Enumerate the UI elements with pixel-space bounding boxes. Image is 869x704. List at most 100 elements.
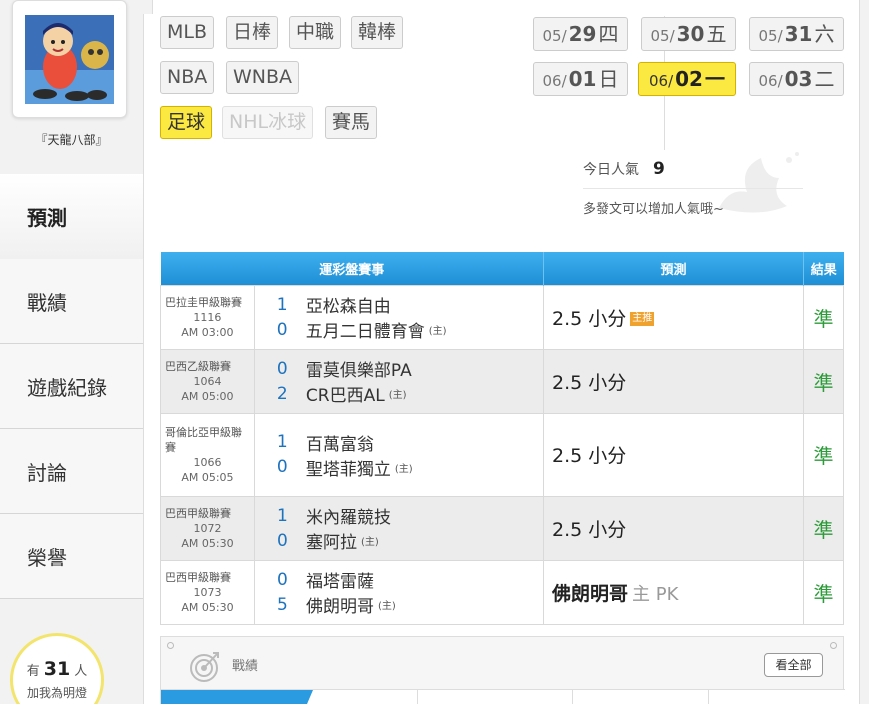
date-button[interactable]: 05/29 四 [533, 17, 628, 51]
nav-item-label: 討論 [27, 460, 67, 485]
date-button[interactable]: 06/01 日 [533, 62, 628, 96]
league-name: 巴拉圭甲級聯賽 [165, 295, 242, 309]
team-name[interactable]: 米內羅競技 [306, 503, 391, 528]
league-cell: 哥倫比亞甲級聯賽 1066 AM 05:05 [161, 413, 255, 496]
nav-item-discussion[interactable]: 討論 [0, 429, 143, 514]
header-event: 運彩盤賽事 [160, 252, 544, 285]
tab-divider [572, 690, 573, 704]
home-team: 0 聖塔菲獨立 (主) [277, 455, 543, 480]
sport-tab-soccer[interactable]: 足球 [160, 106, 213, 139]
sport-tab-mlb[interactable]: MLB [160, 16, 215, 49]
league-cell: 巴西甲級聯賽 1073 AM 05:30 [161, 560, 255, 624]
league-name: 巴西甲級聯賽 [165, 570, 231, 584]
game-id: 1072 [193, 521, 222, 535]
date-button-selected[interactable]: 06/02 一 [638, 62, 736, 96]
nav-item-record[interactable]: 戰績 [0, 259, 143, 344]
result-cell: 準 [803, 412, 844, 497]
game-time: AM 05:00 [181, 389, 234, 403]
prediction-cell: 佛朗明哥主 PK [543, 559, 804, 625]
header-result: 結果 [803, 252, 844, 285]
sport-tab-cpbl[interactable]: 中職 [289, 16, 342, 49]
table-row: 巴西甲級聯賽 1072 AM 05:30 1 米內羅競技 0 塞阿拉 (主) 2.5 … [160, 495, 844, 561]
view-all-button[interactable]: 看全部 [764, 653, 823, 677]
league-cell: 巴西甲級聯賽 1072 AM 05:30 [161, 496, 255, 560]
nav-item-label: 戰績 [27, 290, 67, 315]
team-score: 2 [276, 383, 288, 404]
away-team: 1 百萬富翁 [277, 430, 543, 455]
prediction-cell: 2.5 小分 [543, 412, 804, 497]
team-score: 0 [276, 358, 288, 379]
date-weekday: 六 [814, 22, 835, 46]
team-name[interactable]: 聖塔菲獨立 [306, 455, 391, 480]
date-month: 05/ [758, 27, 783, 45]
sport-tab-npb[interactable]: 日棒 [226, 16, 279, 49]
team-name[interactable]: CR巴西AL [306, 381, 385, 406]
prediction-text: 2.5 小分 [552, 518, 627, 541]
record-title: 戰績 [232, 659, 259, 674]
nav-item-label: 遊戲紀錄 [27, 375, 107, 400]
prediction-text: 2.5 小分 [552, 307, 627, 330]
event-cell: 巴西乙級聯賽 1064 AM 05:00 0 雷莫俱樂部PA 2 CR巴西AL (主) [160, 348, 544, 414]
sport-tab-nhl: NHL冰球 [222, 106, 314, 139]
event-cell: 哥倫比亞甲級聯賽 1066 AM 05:05 1 百萬富翁 0 聖塔菲獨立 (主) [160, 412, 544, 497]
team-name[interactable]: 百萬富翁 [306, 430, 374, 455]
teams-cell: 1 亞松森自由 0 五月二日體育會 (主) [254, 285, 543, 349]
date-button[interactable]: 05/30 五 [641, 17, 736, 51]
tab-divider [417, 690, 418, 704]
game-id: 1066 [193, 455, 222, 469]
avatar[interactable] [25, 15, 114, 104]
team-score: 5 [276, 594, 288, 615]
table-row: 巴西甲級聯賽 1073 AM 05:30 0 福塔雷薩 5 佛朗明哥 (主) 佛朗明哥… [160, 559, 844, 625]
pin-decoration [830, 642, 837, 649]
team-name[interactable]: 塞阿拉 [306, 528, 357, 553]
home-mark: (主) [388, 390, 407, 401]
team-name[interactable]: 五月二日體育會 [306, 317, 425, 342]
team-name[interactable]: 亞松森自由 [306, 292, 391, 317]
team-score: 0 [276, 569, 288, 590]
target-icon [190, 652, 219, 682]
nav-item-game-log[interactable]: 遊戲紀錄 [0, 344, 143, 429]
date-weekday: 二 [814, 67, 835, 91]
away-team: 1 亞松森自由 [277, 292, 543, 318]
game-id: 1116 [193, 310, 222, 324]
home-mark: (主) [360, 537, 379, 548]
date-weekday: 五 [706, 22, 727, 46]
home-team: 0 塞阿拉 (主) [277, 528, 543, 554]
nav-item-prediction[interactable]: 預測 [0, 174, 143, 259]
followers-count-line: 有 31 人 [13, 658, 101, 680]
sport-tab-horse-racing[interactable]: 賽馬 [325, 106, 378, 139]
table-row: 哥倫比亞甲級聯賽 1066 AM 05:05 1 百萬富翁 0 聖塔菲獨立 (主) 2… [160, 412, 844, 497]
date-button[interactable]: 06/03 二 [749, 62, 844, 96]
team-name[interactable]: 福塔雷薩 [306, 567, 374, 592]
sport-tab-kbo[interactable]: 韓棒 [351, 16, 404, 49]
popularity-label: 今日人氣 [583, 162, 639, 178]
avatar-card[interactable] [12, 0, 127, 118]
sport-tab-wnba[interactable]: WNBA [226, 61, 300, 94]
date-day: 01 [568, 67, 597, 91]
date-month: 05/ [542, 27, 567, 45]
table-row: 巴西乙級聯賽 1064 AM 05:00 0 雷莫俱樂部PA 2 CR巴西AL (主)… [160, 348, 844, 414]
sidebar: 『天龍八部』 預測 戰績 遊戲紀錄 討論 榮譽 有 31 人 加我為明燈 [0, 0, 143, 704]
tab-divider [708, 690, 709, 704]
nav-item-honor[interactable]: 榮譽 [0, 514, 143, 599]
sport-tab-nba[interactable]: NBA [160, 61, 215, 94]
date-button[interactable]: 05/31 六 [749, 17, 844, 51]
team-score: 1 [276, 505, 288, 526]
result-cell: 準 [803, 559, 844, 625]
team-score: 1 [276, 432, 288, 452]
team-name[interactable]: 雷莫俱樂部PA [306, 356, 412, 381]
event-cell: 巴西甲級聯賽 1073 AM 05:30 0 福塔雷薩 5 佛朗明哥 (主) [160, 559, 544, 625]
date-month: 05/ [650, 27, 675, 45]
date-weekday: 日 [598, 67, 619, 91]
home-team: 2 CR巴西AL (主) [276, 381, 543, 407]
popularity-panel: 今日人氣 9 多發文可以增加人氣哦~ [583, 158, 803, 217]
followers-suffix: 人 [74, 664, 88, 679]
team-name[interactable]: 佛朗明哥 [306, 592, 374, 617]
prediction-team: 佛朗明哥 [552, 582, 629, 605]
followers-lamp[interactable]: 有 31 人 加我為明燈 [10, 633, 104, 704]
followers-count: 31 [43, 658, 71, 680]
game-id: 1073 [193, 585, 222, 599]
result-cell: 準 [803, 348, 844, 414]
result-cell: 準 [803, 495, 844, 561]
record-tab-active[interactable] [161, 690, 313, 704]
